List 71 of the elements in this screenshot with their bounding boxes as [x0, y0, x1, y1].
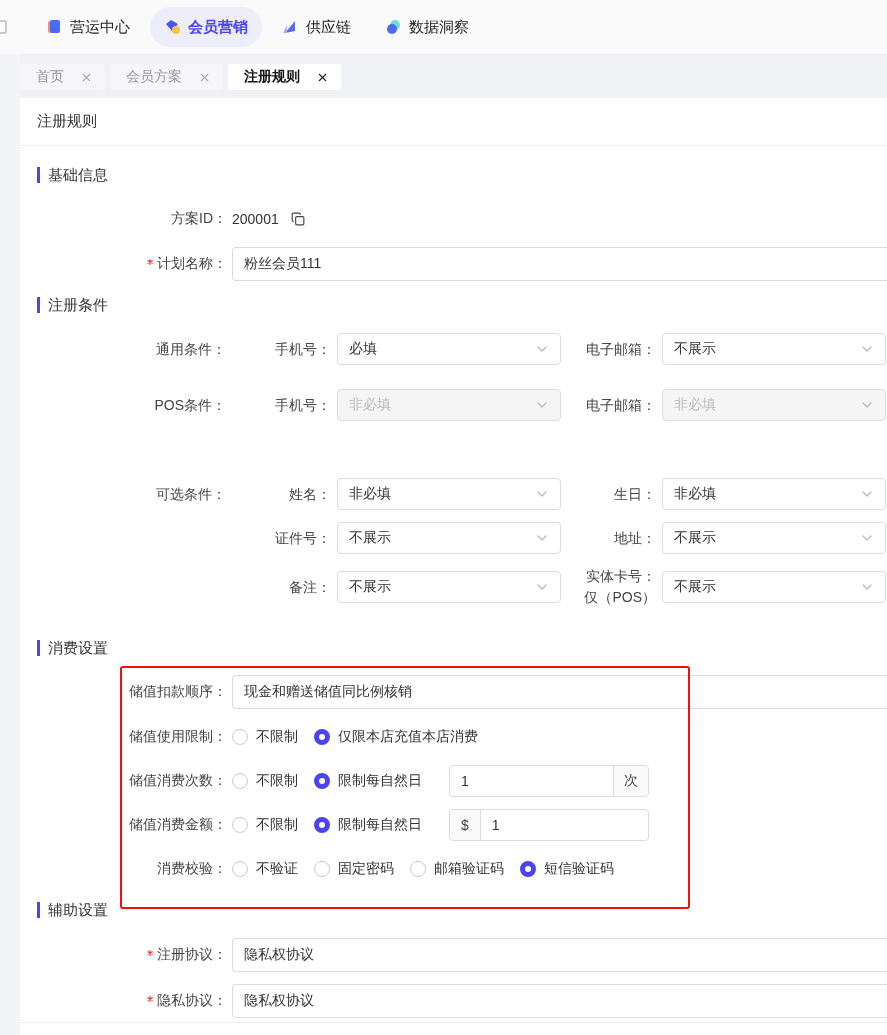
field-label: 储值消费次数： — [129, 772, 227, 788]
input-field[interactable]: 粉丝会员111 — [232, 247, 887, 281]
page-tab[interactable]: 注册规则 — [228, 64, 341, 90]
select-field[interactable]: 不展示 — [337, 522, 561, 554]
field-value: 200001 — [232, 211, 279, 227]
radio-option[interactable]: 限制每自然日 — [314, 816, 422, 834]
section-bar — [37, 167, 40, 183]
radio-circle[interactable] — [314, 817, 330, 833]
radio-option[interactable]: 固定密码 — [314, 860, 394, 878]
section-title: 基础信息 — [48, 165, 108, 185]
select-field[interactable]: 必填 — [337, 333, 561, 365]
field-label: 储值消费金额： — [129, 816, 227, 832]
select-field[interactable]: 不展示 — [337, 571, 561, 603]
input-field[interactable]: 隐私权协议 — [232, 938, 887, 972]
field-label: 电子邮箱： — [586, 339, 656, 359]
nav-item[interactable]: 数据洞察 — [371, 7, 483, 47]
input-field[interactable]: 现金和赠送储值同比例核销 — [232, 675, 887, 709]
radio-option[interactable]: 仅限本店充值本店消费 — [314, 728, 478, 746]
select-field[interactable]: 不展示 — [662, 522, 886, 554]
field-label: 实体卡号：仅（POS） — [584, 567, 656, 607]
field-label: 注册协议： — [157, 946, 227, 962]
field-label: 方案ID： — [171, 210, 227, 226]
group-label: 通用条件： — [156, 339, 226, 359]
section-bar — [37, 902, 40, 918]
field-label: 消费校验： — [157, 860, 227, 876]
field-label: 生日： — [614, 484, 656, 504]
field-label: 储值扣款顺序： — [129, 683, 227, 699]
panel-icon[interactable] — [0, 20, 8, 34]
section-title: 消费设置 — [48, 638, 108, 658]
number-field[interactable]: $ 1 — [449, 809, 649, 841]
radio-circle[interactable] — [314, 729, 330, 745]
section-bar — [37, 640, 40, 656]
radio-option[interactable]: 邮箱验证码 — [410, 860, 504, 878]
select-field[interactable]: 不展示 — [662, 571, 886, 603]
nav-item[interactable]: 营运中心 — [32, 7, 144, 47]
section-title: 注册条件 — [48, 295, 108, 315]
field-label: 计划名称： — [157, 255, 227, 271]
radio-option[interactable]: 不限制 — [232, 816, 298, 834]
group-label: POS条件： — [154, 395, 226, 415]
section-bar — [37, 297, 40, 313]
field-label: 手机号： — [275, 395, 331, 415]
select-field[interactable]: 非必填 — [662, 478, 886, 510]
copy-icon[interactable] — [290, 212, 305, 226]
section-title: 辅助设置 — [48, 900, 108, 920]
radio-option[interactable]: 不限制 — [232, 728, 298, 746]
field-label: 姓名： — [289, 484, 331, 504]
radio-option[interactable]: 短信验证码 — [520, 860, 614, 878]
diamond-icon — [164, 19, 180, 35]
field-label: 手机号： — [275, 339, 331, 359]
number-field[interactable]: 1 次 — [449, 765, 649, 797]
input-field[interactable]: 隐私权协议 — [232, 984, 887, 1018]
nav-item[interactable]: 供应链 — [268, 7, 365, 47]
radio-option[interactable]: 限制每自然日 — [314, 772, 422, 790]
radio-circle[interactable] — [314, 773, 330, 789]
nav-item[interactable]: 会员营销 — [150, 7, 262, 47]
field-label: 储值使用限制： — [129, 728, 227, 744]
field-label: 隐私协议： — [157, 992, 227, 1008]
card-title: 注册规则 — [37, 112, 97, 131]
field-label: 地址： — [614, 528, 656, 548]
select-field[interactable]: 非必填 — [337, 478, 561, 510]
group-label: 可选条件： — [156, 484, 226, 504]
radio-option[interactable]: 不限制 — [232, 772, 298, 790]
field-label: 证件号： — [275, 528, 331, 548]
field-label: 备注： — [289, 577, 331, 597]
field-label: 电子邮箱： — [586, 395, 656, 415]
cube-icon — [46, 19, 62, 35]
radio-circle[interactable] — [520, 861, 536, 877]
flag-icon — [282, 19, 298, 35]
radio-option[interactable]: 不验证 — [232, 860, 298, 878]
select-field[interactable]: 不展示 — [662, 333, 886, 365]
orb-icon — [385, 19, 401, 35]
